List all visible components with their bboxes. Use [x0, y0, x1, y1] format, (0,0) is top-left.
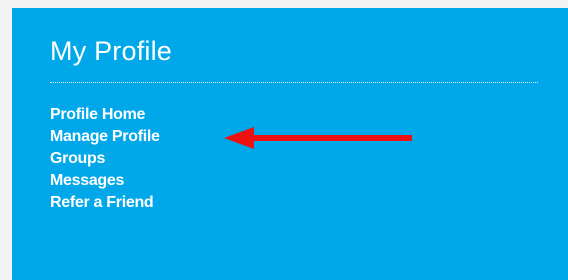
list-item: Messages [50, 170, 568, 192]
nav-link-refer-a-friend[interactable]: Refer a Friend [50, 194, 154, 211]
list-item: Groups [50, 148, 568, 170]
left-arrow-icon [224, 127, 412, 149]
list-item: Profile Home [50, 104, 568, 126]
arrow-shaft [246, 135, 412, 141]
dotted-divider [50, 82, 538, 83]
list-item: Refer a Friend [50, 192, 568, 214]
arrow-head [224, 127, 254, 149]
profile-nav-list: Profile Home Manage Profile Groups Messa… [50, 104, 568, 214]
nav-link-groups[interactable]: Groups [50, 150, 105, 167]
nav-link-manage-profile[interactable]: Manage Profile [50, 128, 160, 145]
panel-title: My Profile [50, 36, 173, 66]
nav-link-messages[interactable]: Messages [50, 172, 124, 189]
nav-link-profile-home[interactable]: Profile Home [50, 106, 145, 123]
